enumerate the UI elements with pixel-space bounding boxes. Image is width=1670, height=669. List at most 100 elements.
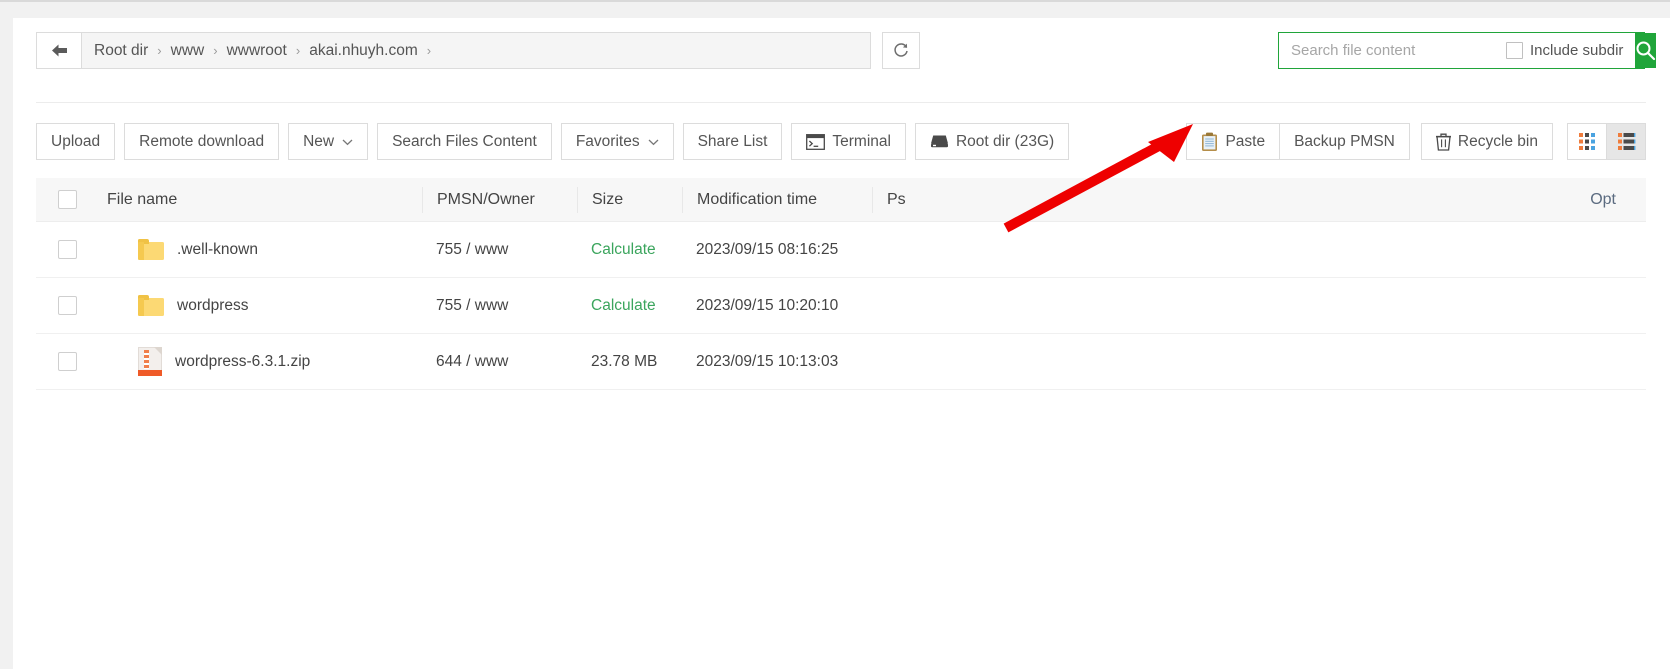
- window-top-edge: [0, 0, 1670, 2]
- table-header-row: File name PMSN/Owner Size Modification t…: [36, 178, 1646, 222]
- file-name-cell[interactable]: wordpress-6.3.1.zip: [94, 347, 422, 376]
- search-files-content-button[interactable]: Search Files Content: [377, 123, 552, 160]
- row-select-cell: [36, 240, 94, 259]
- list-view-icon: [1617, 132, 1636, 151]
- terminal-icon: [806, 133, 826, 150]
- file-name-label[interactable]: wordpress-6.3.1.zip: [175, 353, 310, 371]
- table-row[interactable]: wordpress 755 / www Calculate 2023/09/15…: [36, 278, 1646, 334]
- share-list-label: Share List: [697, 132, 768, 150]
- root-dir-button[interactable]: Root dir (23G): [914, 123, 1070, 160]
- clipboard-icon: [1201, 132, 1218, 152]
- header-divider: [36, 102, 1646, 103]
- size-cell: Calculate: [577, 297, 682, 315]
- chevron-down-icon: [648, 138, 659, 146]
- arrow-left-icon: [50, 43, 69, 58]
- refresh-button[interactable]: [882, 32, 920, 69]
- column-header-modification-time[interactable]: Modification time: [682, 186, 872, 213]
- paste-label: Paste: [1225, 132, 1266, 150]
- breadcrumb-item-2[interactable]: wwwroot: [227, 42, 287, 60]
- column-header-opt: Opt: [1590, 190, 1616, 208]
- root-dir-label: Root dir (23G): [955, 132, 1055, 150]
- include-subdir-checkbox[interactable]: [1506, 42, 1523, 59]
- terminal-label: Terminal: [832, 132, 891, 150]
- path-bar: Root dir › www › wwwroot › akai.nhuyh.co…: [36, 32, 920, 69]
- disk-icon: [930, 134, 949, 149]
- modification-time-cell: 2023/09/15 08:16:25: [696, 240, 839, 258]
- select-all-checkbox[interactable]: [58, 190, 77, 209]
- breadcrumb: Root dir › www › wwwroot › akai.nhuyh.co…: [81, 32, 871, 69]
- modification-time-cell: 2023/09/15 10:13:03: [696, 352, 839, 370]
- table-row[interactable]: .well-known 755 / www Calculate 2023/09/…: [36, 222, 1646, 278]
- remote-download-button[interactable]: Remote download: [124, 123, 280, 160]
- new-button[interactable]: New: [288, 123, 369, 160]
- toolbar-right-group: Paste Backup PMSN Recycle bin: [1186, 123, 1646, 160]
- share-list-button[interactable]: Share List: [682, 123, 783, 160]
- search-bar: Include subdir: [1278, 32, 1657, 69]
- view-toggle: [1567, 123, 1646, 160]
- file-table: File name PMSN/Owner Size Modification t…: [36, 178, 1646, 390]
- grid-view-button[interactable]: [1567, 123, 1607, 160]
- row-select-cell: [36, 296, 94, 315]
- file-name-label[interactable]: .well-known: [177, 241, 258, 259]
- clipboard-button-group: Paste Backup PMSN: [1186, 123, 1410, 160]
- search-submit-button[interactable]: [1635, 33, 1657, 68]
- row-checkbox[interactable]: [58, 240, 77, 259]
- breadcrumb-separator: ›: [157, 43, 162, 58]
- trash-icon: [1435, 133, 1451, 151]
- breadcrumb-item-1[interactable]: www: [171, 42, 205, 60]
- row-select-cell: [36, 352, 94, 371]
- upload-button[interactable]: Upload: [36, 123, 116, 160]
- search-input[interactable]: [1279, 33, 1502, 68]
- size-cell: Calculate: [577, 241, 682, 259]
- toolbar-left-group: Upload Remote download New Search Files …: [36, 123, 1070, 160]
- upload-label: Upload: [51, 132, 101, 150]
- backup-pmsn-label: Backup PMSN: [1294, 132, 1395, 150]
- pmsn-owner-cell[interactable]: 644 / www: [422, 353, 577, 371]
- favorites-button[interactable]: Favorites: [560, 123, 674, 160]
- calculate-size-link[interactable]: Calculate: [591, 241, 656, 258]
- row-checkbox[interactable]: [58, 352, 77, 371]
- include-subdir-label: Include subdir: [1530, 42, 1624, 59]
- pmsn-owner-cell[interactable]: 755 / www: [422, 297, 577, 315]
- new-label: New: [303, 132, 335, 150]
- include-subdir-toggle[interactable]: Include subdir: [1502, 33, 1636, 68]
- zip-file-icon: [138, 347, 162, 376]
- search-files-content-label: Search Files Content: [392, 132, 537, 150]
- file-name-label[interactable]: wordpress: [177, 297, 249, 315]
- column-header-size[interactable]: Size: [577, 186, 682, 213]
- favorites-label: Favorites: [575, 132, 640, 150]
- select-all-cell: [36, 190, 94, 209]
- paste-button[interactable]: Paste: [1186, 123, 1281, 160]
- toolbar: Upload Remote download New Search Files …: [36, 123, 1646, 160]
- terminal-button[interactable]: Terminal: [791, 123, 906, 160]
- breadcrumb-separator-trailing: ›: [426, 43, 432, 58]
- back-button[interactable]: [36, 32, 81, 69]
- column-header-pmsn-owner[interactable]: PMSN/Owner: [422, 186, 577, 213]
- refresh-icon: [892, 42, 910, 60]
- breadcrumb-separator: ›: [213, 43, 218, 58]
- file-name-cell[interactable]: .well-known: [94, 239, 422, 260]
- file-manager-card: Root dir › www › wwwroot › akai.nhuyh.co…: [13, 18, 1670, 669]
- modification-time-cell: 2023/09/15 10:20:10: [696, 296, 839, 314]
- size-cell: 23.78 MB: [591, 352, 658, 370]
- column-header-ps[interactable]: Ps: [872, 186, 1172, 213]
- backup-pmsn-button[interactable]: Backup PMSN: [1279, 123, 1410, 160]
- breadcrumb-item-3[interactable]: akai.nhuyh.com: [309, 42, 418, 60]
- grid-view-icon: [1578, 132, 1597, 151]
- folder-icon: [138, 295, 164, 316]
- breadcrumb-item-0[interactable]: Root dir: [94, 42, 148, 60]
- list-view-button[interactable]: [1606, 123, 1646, 160]
- file-name-cell[interactable]: wordpress: [94, 295, 422, 316]
- calculate-size-link[interactable]: Calculate: [591, 297, 656, 314]
- table-row[interactable]: wordpress-6.3.1.zip 644 / www 23.78 MB 2…: [36, 334, 1646, 390]
- breadcrumb-separator: ›: [295, 43, 301, 58]
- column-header-file-name[interactable]: File name: [94, 191, 422, 209]
- row-checkbox[interactable]: [58, 296, 77, 315]
- remote-download-label: Remote download: [139, 132, 265, 150]
- recycle-bin-button[interactable]: Recycle bin: [1420, 123, 1553, 160]
- pmsn-owner-cell[interactable]: 755 / www: [422, 241, 577, 259]
- recycle-bin-label: Recycle bin: [1457, 132, 1538, 150]
- chevron-down-icon: [342, 138, 353, 146]
- search-icon: [1635, 40, 1656, 61]
- folder-icon: [138, 239, 164, 260]
